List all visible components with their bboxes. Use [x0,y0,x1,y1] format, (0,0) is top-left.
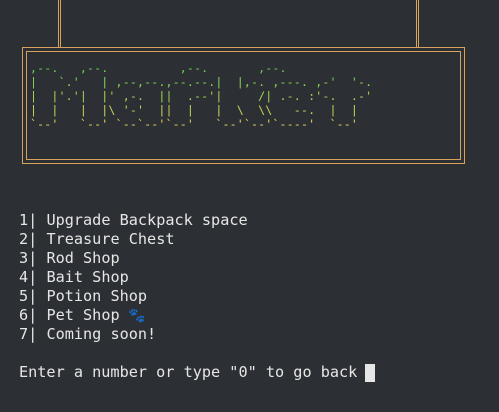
menu-item-separator: | [28,268,38,286]
menu-item-label: Bait Shop [46,268,129,286]
menu-item-5[interactable]: 5| Potion Shop [19,287,248,306]
sign-rope-left [58,0,61,47]
menu-item-number: 1 [19,211,29,229]
menu-item-number: 6 [19,306,29,324]
ascii-line: | `.' | ,--,--.,--.--.| |,-. ,---. ,-' '… [30,75,373,89]
sign-rope-right [416,0,419,47]
prompt-text: Enter a number or type "0" to go back [19,363,358,381]
menu-item-label: Rod Shop [46,249,120,267]
menu-item-6[interactable]: 6| Pet Shop 🐾 [19,306,248,325]
ascii-line: ,--. ,--. ,--. ,--. [30,61,287,75]
menu-item-label: Treasure Chest [46,230,175,248]
menu-item-number: 5 [19,287,29,305]
menu-item-separator: | [28,230,38,248]
ascii-line: `--' `--' `--`--'`--' `--'`--'`----' `--… [30,117,358,131]
menu-item-label: Pet Shop [46,306,120,324]
menu-item-number: 7 [19,325,29,343]
paw-icon: 🐾 [119,308,146,324]
terminal-cursor[interactable] [365,363,376,382]
menu-item-separator: | [28,249,38,267]
menu-item-label: Coming soon! [46,325,157,343]
menu-item-7[interactable]: 7| Coming soon! [19,325,248,344]
menu-item-3[interactable]: 3| Rod Shop [19,249,248,268]
menu-item-separator: | [28,325,38,343]
menu-item-label: Upgrade Backpack space [46,211,248,229]
shop-menu: 1| Upgrade Backpack space 2| Treasure Che… [19,211,248,344]
menu-item-separator: | [28,287,38,305]
menu-item-label: Potion Shop [46,287,148,305]
market-ascii-title: ,--. ,--. ,--. ,--. | `.' | ,--,--.,--.--… [30,61,372,131]
menu-item-number: 3 [19,249,29,267]
menu-item-2[interactable]: 2| Treasure Chest [19,230,248,249]
menu-item-number: 2 [19,230,29,248]
menu-item-separator: | [28,211,38,229]
menu-item-number: 4 [19,268,29,286]
ascii-line: | | | |\ '-' || | | \ \\ --. | | [30,103,358,117]
menu-item-1[interactable]: 1| Upgrade Backpack space [19,211,248,230]
menu-item-separator: | [28,306,38,324]
menu-item-4[interactable]: 4| Bait Shop [19,268,248,287]
input-prompt[interactable]: Enter a number or type "0" to go back [19,363,376,382]
ascii-line: | |'.'| |' ,-. || .--'| /| .-. :'-. .-' [30,89,373,103]
